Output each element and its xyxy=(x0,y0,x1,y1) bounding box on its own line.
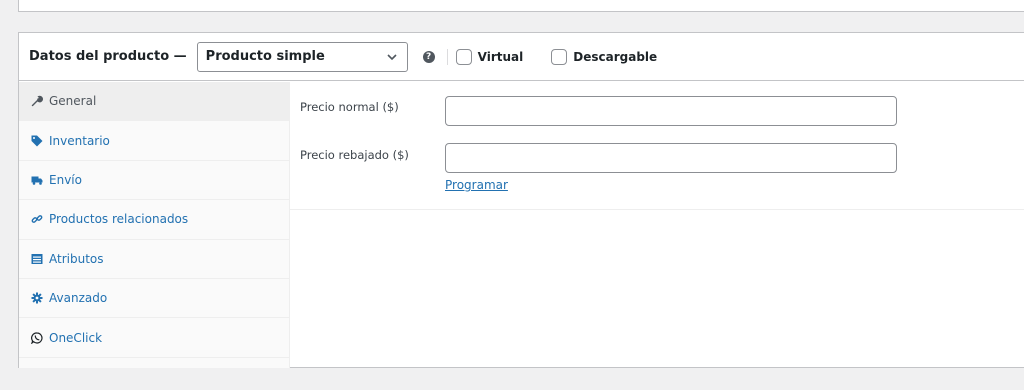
chevron-down-icon xyxy=(387,53,397,60)
list-table-icon xyxy=(30,252,44,266)
whatsapp-icon xyxy=(30,331,44,345)
product-data-panel: Datos del producto — Producto simple ? V… xyxy=(18,32,1024,368)
previous-panel xyxy=(18,0,1024,12)
tab-avanzado-label: Avanzado xyxy=(49,291,108,306)
regular-price-label: Precio normal ($) xyxy=(300,100,399,114)
sale-price-label: Precio rebajado ($) xyxy=(300,148,409,162)
tab-inventario-label: Inventario xyxy=(49,133,110,148)
link-icon xyxy=(30,212,44,226)
general-panel: Precio normal ($) Precio rebajado ($) Pr… xyxy=(290,82,1024,210)
tab-envio-label: Envío xyxy=(49,172,82,187)
tab-productos-relacionados[interactable]: Productos relacionados xyxy=(19,200,289,240)
virtual-checkbox[interactable] xyxy=(455,48,472,65)
wrench-icon xyxy=(30,94,44,108)
tab-productos-relacionados-label: Productos relacionados xyxy=(49,212,189,227)
tab-inventario[interactable]: Inventario xyxy=(19,121,289,161)
truck-icon xyxy=(30,173,44,187)
downloadable-toggle[interactable]: Descargable xyxy=(551,48,658,65)
header-divider xyxy=(446,48,448,65)
downloadable-label: Descargable xyxy=(573,49,658,64)
tag-icon xyxy=(30,134,44,148)
help-icon[interactable]: ? xyxy=(422,50,435,63)
gear-icon xyxy=(30,291,44,305)
tab-oneclick-label: OneClick xyxy=(49,330,103,345)
tab-avanzado[interactable]: Avanzado xyxy=(19,279,289,319)
tab-atributos[interactable]: Atributos xyxy=(19,240,289,279)
product-type-select[interactable]: Producto simple xyxy=(196,41,408,72)
tab-general[interactable]: General xyxy=(19,82,289,122)
product-type-value: Producto simple xyxy=(205,49,325,64)
sale-price-input[interactable] xyxy=(445,143,897,173)
virtual-toggle[interactable]: Virtual xyxy=(455,48,524,65)
product-data-title: Datos del producto — xyxy=(29,49,187,64)
tab-general-label: General xyxy=(49,94,97,109)
virtual-label: Virtual xyxy=(477,49,524,64)
regular-price-input[interactable] xyxy=(445,96,897,126)
tab-atributos-label: Atributos xyxy=(49,251,104,266)
tab-envio[interactable]: Envío xyxy=(19,161,289,201)
schedule-sale-link[interactable]: Programar xyxy=(445,178,508,192)
tab-oneclick[interactable]: OneClick xyxy=(19,318,289,358)
product-data-tabs: General Inventario Envío Productos relac… xyxy=(19,82,290,368)
downloadable-checkbox[interactable] xyxy=(551,48,568,65)
product-data-header: Datos del producto — Producto simple ? V… xyxy=(19,33,1024,81)
